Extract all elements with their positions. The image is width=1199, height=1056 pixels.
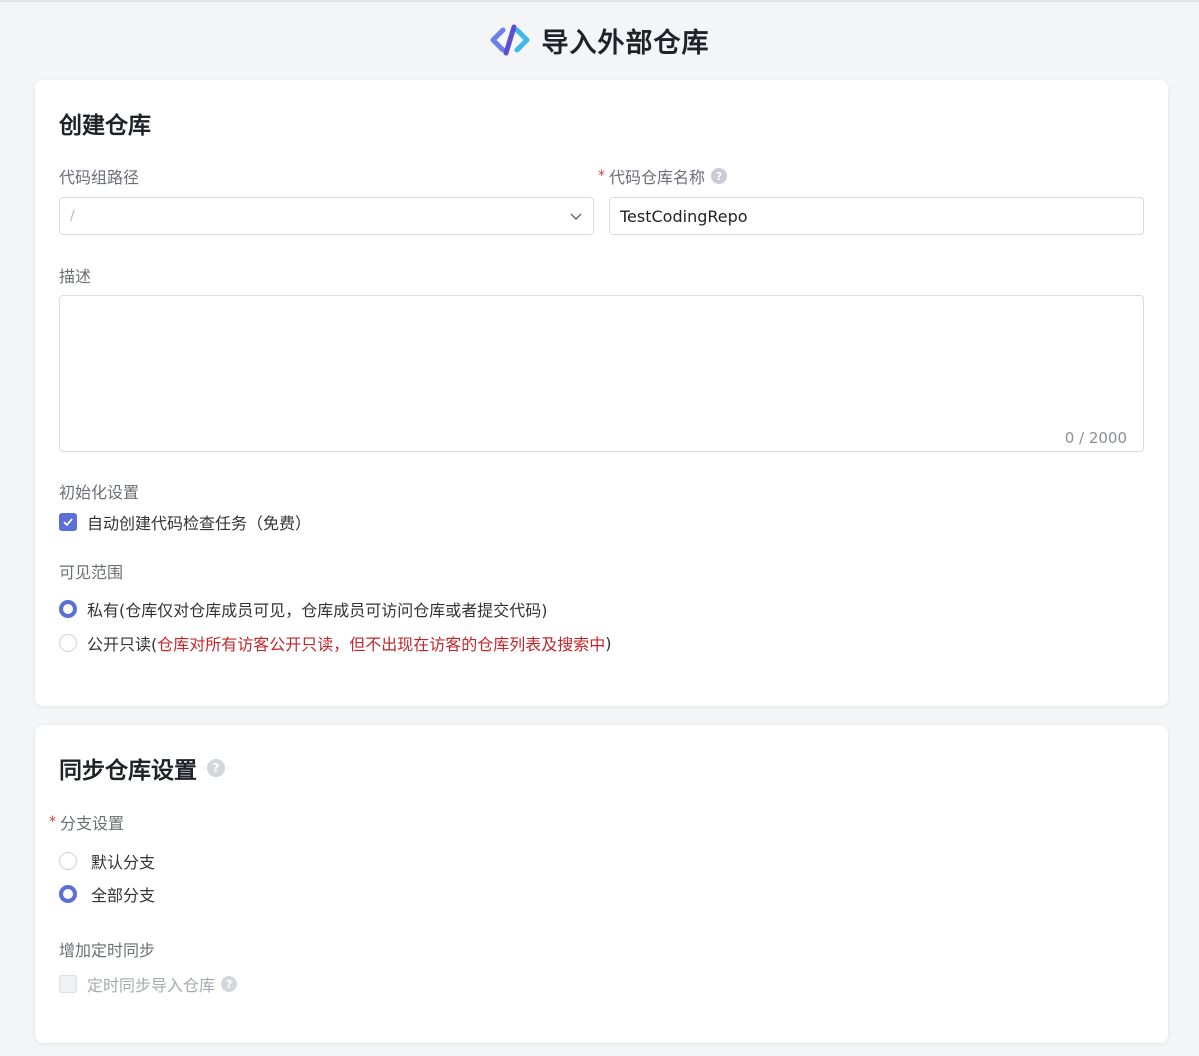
check-icon	[63, 518, 73, 527]
help-circle-icon[interactable]: ?	[221, 976, 238, 992]
visibility-public-prefix: 公开只读(	[87, 635, 158, 654]
chevron-down-icon	[570, 213, 582, 220]
page-header: 导入外部仓库	[0, 18, 1199, 62]
description-label: 描述	[59, 267, 92, 286]
branch-default-radio[interactable]	[59, 852, 77, 870]
group-path-placeholder: /	[70, 208, 75, 224]
schedule-sync-option[interactable]: 定时同步导入仓库 ?	[59, 972, 238, 996]
help-circle-icon[interactable]: ?	[711, 168, 728, 184]
page-title: 导入外部仓库	[541, 27, 710, 59]
visibility-public-option[interactable]: 公开只读(仓库对所有访客公开只读，但不出现在访客的仓库列表及搜索中 )	[59, 631, 612, 655]
branch-all-radio[interactable]	[59, 885, 77, 903]
branch-default-option[interactable]: 默认分支	[59, 849, 155, 873]
sync-title-row: 同步仓库设置 ?	[59, 751, 225, 785]
repo-name-label: 代码仓库名称	[609, 168, 706, 187]
branch-default-label: 默认分支	[91, 853, 156, 872]
top-divider	[0, 0, 1199, 2]
branch-settings-label: 分支设置	[60, 814, 125, 833]
branch-all-option[interactable]: 全部分支	[59, 882, 155, 906]
description-textarea[interactable]: 0 / 2000	[59, 295, 1144, 452]
visibility-private-radio[interactable]	[59, 600, 77, 618]
create-repo-card: 创建仓库 代码组路径 / * 代码仓库名称 ? TestCodingRepo 描…	[35, 80, 1168, 706]
branch-label-row: * 分支设置	[49, 810, 124, 834]
auto-code-check-checkbox[interactable]	[59, 513, 77, 531]
help-circle-icon[interactable]: ?	[207, 759, 225, 777]
group-path-label: 代码组路径	[59, 168, 140, 187]
visibility-private-option[interactable]: 私有(仓库仅对仓库成员可见，仓库成员可访问仓库或者提交代码)	[59, 597, 548, 621]
repo-name-input[interactable]: TestCodingRepo	[609, 197, 1144, 235]
visibility-public-note: 仓库对所有访客公开只读，但不出现在访客的仓库列表及搜索中	[157, 635, 606, 654]
branch-all-label: 全部分支	[91, 886, 156, 905]
required-mark: *	[598, 168, 605, 184]
schedule-sync-checkbox[interactable]	[59, 975, 77, 993]
repo-name-value: TestCodingRepo	[620, 206, 748, 226]
visibility-public-radio[interactable]	[59, 634, 77, 652]
visibility-private-label: 私有(仓库仅对仓库成员可见，仓库成员可访问仓库或者提交代码)	[87, 601, 548, 620]
schedule-sync-text: 定时同步导入仓库	[87, 976, 216, 995]
schedule-sync-label: 增加定时同步	[59, 941, 156, 960]
group-path-select[interactable]: /	[59, 197, 594, 235]
visibility-public-suffix: )	[605, 633, 612, 653]
description-counter: 0 / 2000	[1064, 429, 1127, 447]
visibility-label: 可见范围	[59, 563, 124, 582]
auto-code-check-option[interactable]: 自动创建代码检查任务（免费）	[59, 510, 311, 534]
auto-code-check-label: 自动创建代码检查任务（免费）	[87, 514, 312, 533]
create-section-title: 创建仓库	[59, 113, 151, 139]
coding-logo-icon	[490, 24, 529, 56]
repo-name-label-row: * 代码仓库名称 ?	[598, 164, 728, 188]
sync-section-title: 同步仓库设置	[59, 758, 197, 784]
required-mark: *	[49, 814, 56, 830]
init-settings-label: 初始化设置	[59, 483, 140, 502]
sync-settings-card: 同步仓库设置 ? * 分支设置 默认分支 全部分支 增加定时同步 定时同步导入仓…	[35, 725, 1168, 1043]
